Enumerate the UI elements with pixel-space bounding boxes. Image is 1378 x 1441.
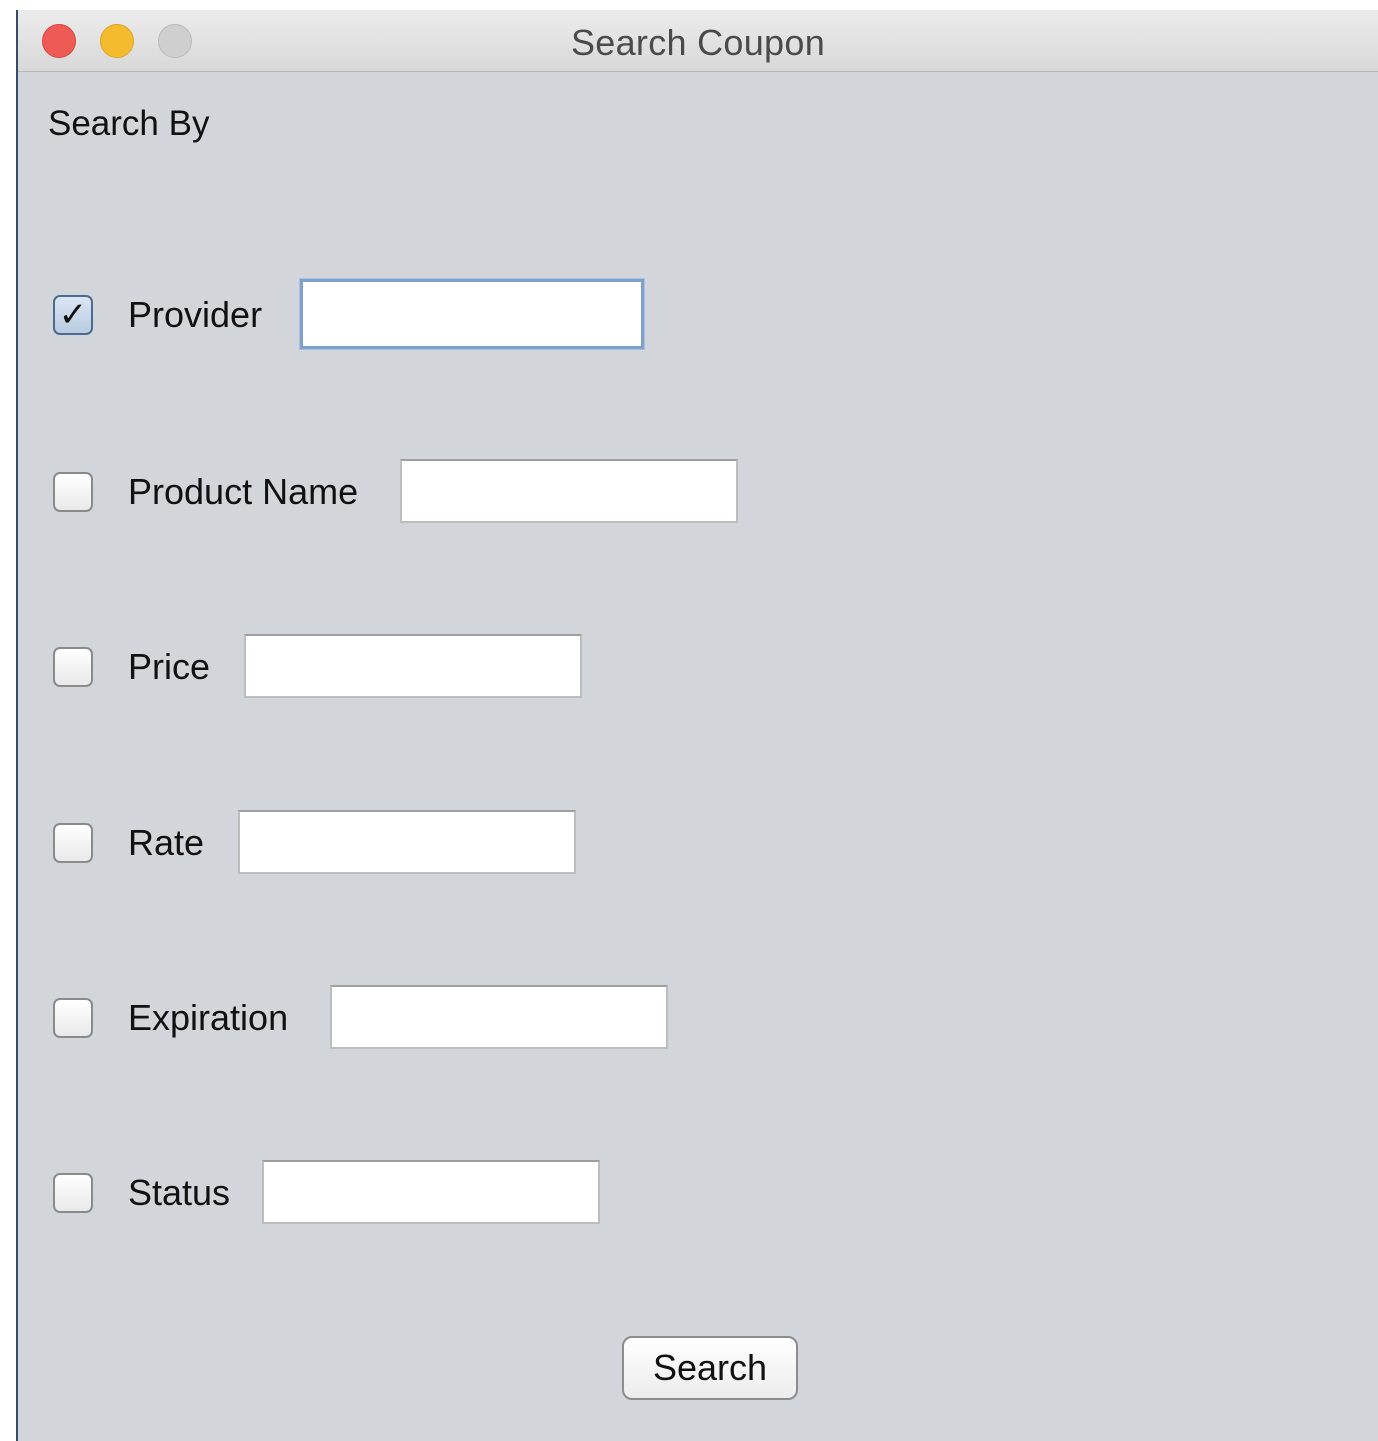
provider-input[interactable] (300, 279, 644, 349)
rate-checkbox[interactable] (53, 823, 93, 863)
rate-label: Rate (128, 822, 205, 863)
search-button[interactable]: Search (622, 1336, 798, 1400)
product-name-row: Product Name (18, 459, 1378, 529)
rate-input[interactable] (238, 810, 576, 874)
search-by-label: Search By (48, 104, 210, 143)
product-name-label: Product Name (128, 471, 359, 512)
provider-checkbox[interactable]: ✓ (53, 295, 93, 335)
window-title: Search Coupon (570, 22, 826, 63)
status-input[interactable] (262, 1160, 600, 1224)
provider-row: ✓ Provider (18, 279, 1378, 352)
price-input[interactable] (244, 634, 582, 698)
status-label: Status (128, 1172, 231, 1213)
expiration-label: Expiration (128, 997, 289, 1038)
price-row: Price (18, 634, 1378, 704)
rate-row: Rate (18, 810, 1378, 880)
status-row: Status (18, 1160, 1378, 1230)
expiration-row: Expiration (18, 985, 1378, 1055)
checkmark-icon: ✓ (58, 295, 88, 335)
status-checkbox[interactable] (53, 1173, 93, 1213)
price-checkbox[interactable] (53, 647, 93, 687)
price-label: Price (128, 646, 211, 687)
expiration-checkbox[interactable] (53, 998, 93, 1038)
search-coupon-window: Search Coupon Search By ✓ Provider Produ… (16, 10, 1378, 1441)
product-name-checkbox[interactable] (53, 472, 93, 512)
provider-label: Provider (128, 294, 263, 335)
title-bar[interactable]: Search Coupon (18, 10, 1378, 72)
product-name-input[interactable] (400, 459, 738, 523)
expiration-input[interactable] (330, 985, 668, 1049)
